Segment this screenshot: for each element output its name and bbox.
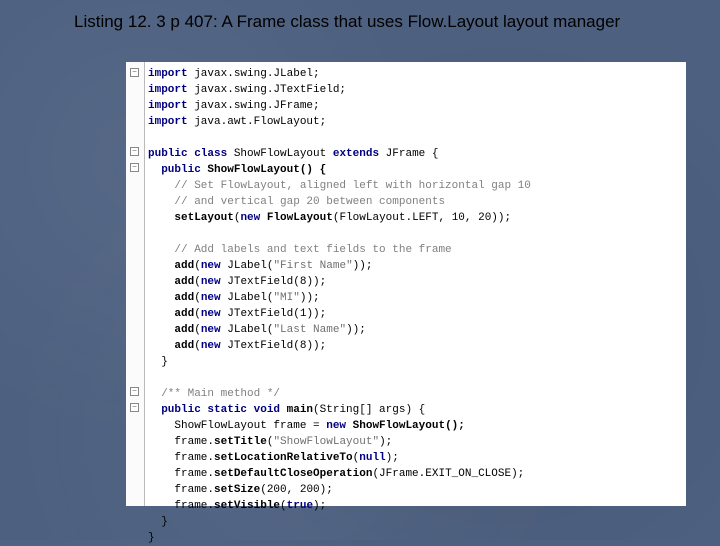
fold-icon[interactable]: − — [130, 147, 139, 156]
code-line: public static void main(String[] args) { — [148, 402, 682, 418]
code-line — [148, 130, 682, 146]
code-line: add(new JTextField(8)); — [148, 274, 682, 290]
code-line: } — [148, 354, 682, 370]
code-line: add(new JTextField(1)); — [148, 306, 682, 322]
code-line: add(new JLabel("MI")); — [148, 290, 682, 306]
code-line: frame.setVisible(true); — [148, 498, 682, 514]
code-line: // Add labels and text fields to the fra… — [148, 242, 682, 258]
page-title: Listing 12. 3 p 407: A Frame class that … — [0, 0, 720, 36]
code-line: add(new JLabel("First Name")); — [148, 258, 682, 274]
fold-icon[interactable]: − — [130, 68, 139, 77]
code-line: import javax.swing.JFrame; — [148, 98, 682, 114]
fold-icon[interactable]: − — [130, 403, 139, 412]
code-line: // Set FlowLayout, aligned left with hor… — [148, 178, 682, 194]
code-line: } — [148, 514, 682, 530]
code-line: import java.awt.FlowLayout; — [148, 114, 682, 130]
code-line: ShowFlowLayout frame = new ShowFlowLayou… — [148, 418, 682, 434]
code-line: frame.setSize(200, 200); — [148, 482, 682, 498]
fold-icon[interactable]: − — [130, 163, 139, 172]
code-panel: − − − − − import javax.swing.JLabel; imp… — [126, 62, 686, 506]
code-line: import javax.swing.JTextField; — [148, 82, 682, 98]
code-line: // and vertical gap 20 between component… — [148, 194, 682, 210]
code-line: public ShowFlowLayout() { — [148, 162, 682, 178]
fold-icon[interactable]: − — [130, 387, 139, 396]
code-line: public class ShowFlowLayout extends JFra… — [148, 146, 682, 162]
code-line — [148, 226, 682, 242]
code-line: add(new JTextField(8)); — [148, 338, 682, 354]
code-line: frame.setTitle("ShowFlowLayout"); — [148, 434, 682, 450]
code-line: add(new JLabel("Last Name")); — [148, 322, 682, 338]
code-line: setLayout(new FlowLayout(FlowLayout.LEFT… — [148, 210, 682, 226]
code-line: frame.setLocationRelativeTo(null); — [148, 450, 682, 466]
code-lines: import javax.swing.JLabel; import javax.… — [148, 66, 682, 546]
code-line: } — [148, 530, 682, 546]
code-line — [148, 370, 682, 386]
code-line: frame.setDefaultCloseOperation(JFrame.EX… — [148, 466, 682, 482]
code-line: import javax.swing.JLabel; — [148, 66, 682, 82]
code-line: /** Main method */ — [148, 386, 682, 402]
code-gutter: − − − − − — [126, 62, 145, 506]
